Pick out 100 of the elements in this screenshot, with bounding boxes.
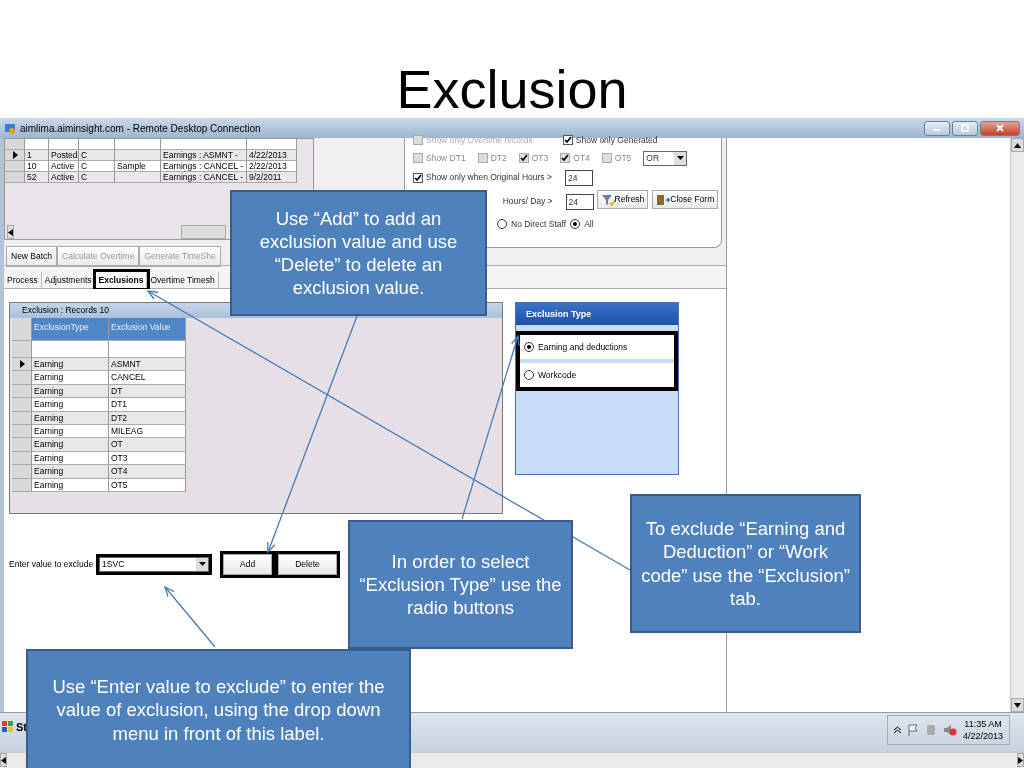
- radio-label: No Direct Staff: [511, 217, 567, 231]
- table-cell: OT4: [109, 465, 186, 479]
- radio-button[interactable]: [524, 370, 534, 380]
- column-header[interactable]: [247, 139, 297, 150]
- checkbox[interactable]: [413, 172, 423, 183]
- close-button[interactable]: [980, 120, 1020, 136]
- row-header[interactable]: [5, 150, 25, 161]
- down-arrow-icon: [1014, 702, 1021, 708]
- tab[interactable]: Overtime Timesh: [147, 272, 219, 288]
- checkbox-label: Show DT1: [426, 151, 466, 165]
- checkbox[interactable]: [518, 153, 529, 164]
- scroll-right-button[interactable]: [1017, 753, 1024, 767]
- checkbox[interactable]: [560, 153, 571, 164]
- tab[interactable]: Exclusions: [95, 272, 148, 288]
- checkbox-label: OT5: [614, 151, 632, 165]
- callout: In order to select “Exclusion Type” use the radio buttons: [348, 520, 573, 649]
- row-pointer-icon: [11, 151, 18, 159]
- table-cell: 1: [25, 150, 49, 161]
- table-cell: C: [79, 150, 115, 161]
- table-cell: Earning: [32, 465, 109, 479]
- checkbox[interactable]: [562, 135, 573, 146]
- scroll-up-button[interactable]: [1011, 138, 1024, 152]
- caret-icon: [198, 562, 206, 567]
- checkbox-label: OT4: [573, 151, 590, 165]
- checkbox-label: Show only Generated: [575, 134, 658, 147]
- table-cell: Earnings : CANCEL -: [161, 172, 247, 183]
- checkbox-label: Show only when Original Hours >: [426, 171, 552, 185]
- checkbox[interactable]: [477, 153, 488, 164]
- radio-button[interactable]: [497, 219, 507, 230]
- add-button[interactable]: Add: [223, 554, 273, 575]
- column-header[interactable]: [161, 139, 247, 150]
- checkbox-label: Show only Overtime records: [426, 134, 533, 147]
- toolbar-button[interactable]: New Batch: [6, 246, 58, 267]
- column-header[interactable]: Exclusion Value: [109, 318, 186, 341]
- scroll-thumb[interactable]: [181, 225, 226, 239]
- caret-icon: [676, 156, 684, 161]
- remote-desktop-icon: [4, 122, 16, 134]
- filter-icon: [600, 193, 615, 206]
- close-icon: [996, 124, 1004, 132]
- delete-button[interactable]: Delete: [278, 554, 337, 575]
- clock-date: 4/22/2013: [962, 730, 1003, 742]
- column-header[interactable]: ExclusionType: [32, 318, 109, 341]
- column-header[interactable]: [49, 139, 79, 150]
- radio-label: Earning and deductions: [538, 340, 628, 354]
- callout: Use “Add” to add an exclusion value and use “Delete” to delete an exclusion value.: [230, 190, 487, 316]
- table-cell: DT1: [109, 398, 186, 412]
- value-dropdown[interactable]: 1SVC: [99, 556, 210, 572]
- table-cell: Earning: [32, 358, 109, 372]
- arrow: [163, 585, 216, 648]
- scroll-down-button[interactable]: [1011, 698, 1024, 712]
- checkbox[interactable]: [601, 153, 612, 164]
- table-cell: 52: [25, 172, 49, 183]
- column-header[interactable]: [79, 139, 115, 150]
- scroll-left-button[interactable]: [0, 753, 7, 767]
- checkbox[interactable]: [413, 153, 423, 164]
- table-cell: ASMNT: [109, 358, 186, 372]
- chevron-icon[interactable]: [893, 726, 901, 734]
- table-cell: Earning: [32, 398, 109, 412]
- table-cell: 9/2/2011: [247, 172, 297, 183]
- panel-title: Exclusion Type: [516, 303, 678, 325]
- hours-field[interactable]: 24: [564, 169, 593, 186]
- operator-dropdown[interactable]: OR: [643, 150, 688, 166]
- hours-field[interactable]: 24: [565, 193, 594, 210]
- start-button[interactable]: St: [0, 715, 29, 740]
- slide-title: Exclusion: [396, 62, 628, 116]
- speaker-muted-icon[interactable]: [942, 724, 957, 736]
- table-cell: C: [79, 161, 115, 172]
- refresh-button[interactable]: Refresh: [596, 189, 649, 209]
- flag-icon[interactable]: [906, 724, 919, 736]
- minimize-button[interactable]: [924, 120, 950, 136]
- radio-label: All: [584, 217, 594, 231]
- left-arrow-icon: [1, 756, 6, 764]
- radio-button[interactable]: [524, 342, 534, 352]
- scroll-left-button[interactable]: [7, 225, 14, 239]
- checkbox-label: OT3: [531, 151, 549, 165]
- table-cell: [115, 150, 161, 161]
- radio-label: Workcode: [538, 368, 577, 382]
- radio-button[interactable]: [570, 219, 581, 230]
- checkbox-label: DT2: [490, 151, 507, 165]
- table-cell: C: [79, 172, 115, 183]
- column-header[interactable]: [115, 139, 161, 150]
- row-pointer-icon: [18, 360, 25, 369]
- window-title: aimlima.aiminsight.com - Remote Desktop Connection: [20, 121, 261, 136]
- table-cell: OT: [109, 438, 186, 452]
- door-icon: [656, 193, 671, 206]
- maximize-button[interactable]: [952, 120, 978, 136]
- callout: To exclude “Earning and Deduction” or “Work code” use the “Exclusion” tab.: [630, 494, 861, 633]
- tab[interactable]: Process: [4, 272, 42, 288]
- callout: Use “Enter value to exclude” to enter the value of exclusion, using the drop down menu in front of this label.: [26, 649, 411, 768]
- table-cell: Earning: [32, 371, 109, 385]
- table-cell: Active: [49, 172, 79, 183]
- field-label: Hours/ Day >: [502, 195, 553, 209]
- table-cell: [115, 172, 161, 183]
- left-arrow-icon: [8, 228, 13, 236]
- field-label: Enter value to exclude: [9, 558, 94, 571]
- close-form-button[interactable]: Close Form: [652, 189, 719, 209]
- table-cell: CANCEL: [109, 371, 186, 385]
- row-header[interactable]: [12, 358, 32, 372]
- right-arrow-icon: [1018, 756, 1023, 764]
- up-arrow-icon: [1014, 142, 1021, 148]
